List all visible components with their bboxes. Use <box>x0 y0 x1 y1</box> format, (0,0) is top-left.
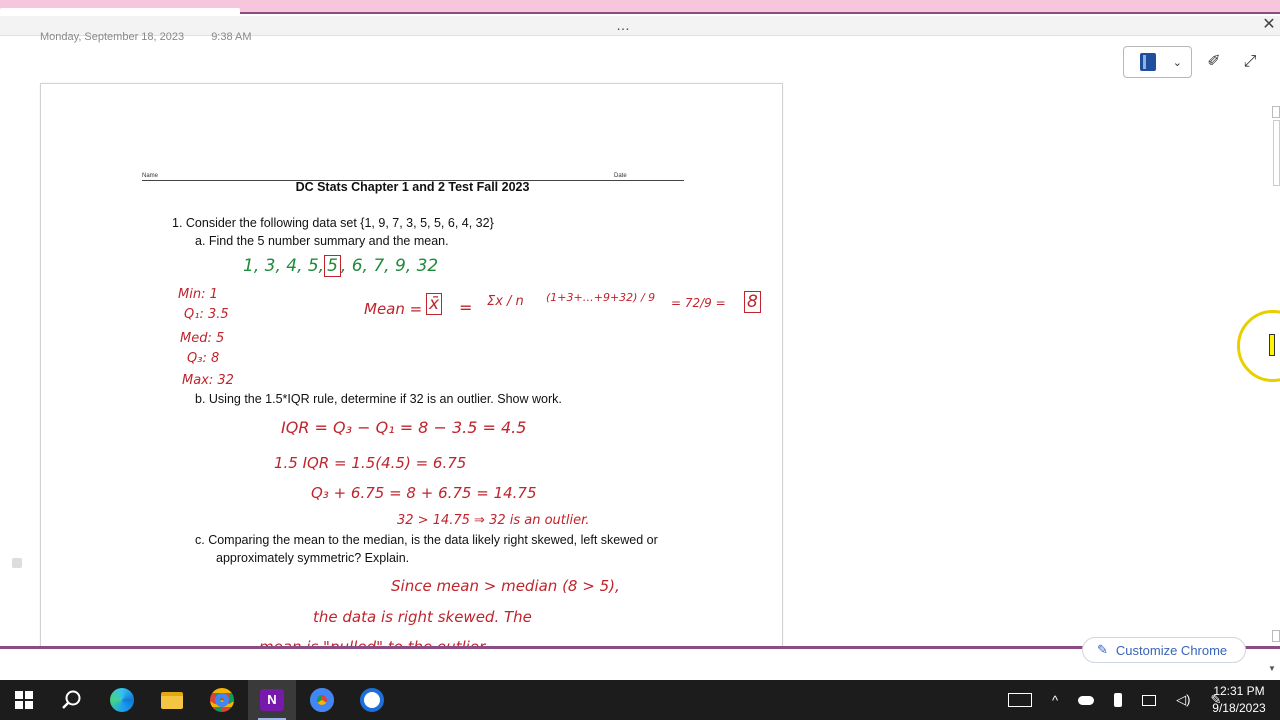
customize-chrome-button[interactable]: ✎ Customize Chrome <box>1082 637 1246 663</box>
handwriting-skew-1: Since mean > median (8 > 5), <box>391 577 620 595</box>
screen: … ✕ Monday, September 18, 2023 9:38 AM ⌄… <box>0 0 1280 720</box>
usb-icon[interactable] <box>1114 693 1123 707</box>
handwriting-xbar: x̄ <box>426 293 443 315</box>
handwriting-q3: Q₃: 8 <box>187 351 220 366</box>
search-button[interactable] <box>48 680 96 720</box>
taskbar-chrome-profile[interactable] <box>198 680 246 720</box>
pen-icon[interactable]: ✐ <box>1204 52 1224 72</box>
handwriting-upper-fence: Q₃ + 6.75 = 8 + 6.75 = 14.75 <box>311 484 537 502</box>
printout-page: Name Date DC Stats Chapter 1 and 2 Test … <box>40 83 783 653</box>
sorted-part-1: 1, 3, 4, 5, <box>243 256 325 276</box>
handwriting-sorted-data: 1, 3, 4, 5, 5, 6, 7, 9, 32 <box>243 255 439 277</box>
handwriting-min: Min: 1 <box>178 287 218 302</box>
expand-icon[interactable]: ⤢ <box>1240 52 1260 72</box>
handwriting-mean-label: Mean = <box>364 300 423 318</box>
onenote-icon: N <box>260 689 284 711</box>
handwriting-sum: (1+3+…+9+32) / 9 <box>546 291 656 304</box>
close-icon[interactable]: ✕ <box>1260 15 1278 35</box>
scroll-thumb[interactable] <box>1273 120 1280 186</box>
document-title: DC Stats Chapter 1 and 2 Test Fall 2023 <box>295 180 530 194</box>
start-button[interactable] <box>0 680 48 720</box>
handwriting-median: Med: 5 <box>180 331 225 346</box>
taskbar-edge[interactable] <box>98 680 146 720</box>
network-icon[interactable] <box>1142 694 1157 706</box>
scroll-up-icon[interactable] <box>1272 106 1280 118</box>
show-hidden-icons-chevron-icon[interactable]: ^ <box>1052 693 1058 708</box>
chrome-icon-2 <box>310 688 334 712</box>
handwriting-eq: = <box>459 298 473 317</box>
question-1c-line-2: approximately symmetric? Explain. <box>216 551 410 565</box>
question-1: 1. Consider the following data set {1, 9… <box>172 216 494 230</box>
handwriting-1.5iqr: 1.5 IQR = 1.5(4.5) = 6.75 <box>274 454 467 472</box>
window-grip-icon[interactable]: … <box>616 17 631 33</box>
question-1a: a. Find the 5 number summary and the mea… <box>195 234 449 248</box>
scroll-down-icon[interactable] <box>1272 630 1280 642</box>
folder-icon <box>161 691 183 709</box>
clock-date: 9/18/2023 <box>1212 701 1266 715</box>
onedrive-icon[interactable] <box>1078 695 1095 705</box>
browser-tab[interactable] <box>0 8 240 14</box>
pencil-icon: ✎ <box>1097 642 1108 657</box>
handwriting-outlier-conclusion: 32 > 14.75 ⇒ 32 is an outlier. <box>397 513 590 528</box>
text-cursor-icon <box>1269 334 1275 356</box>
system-tray: ^ ◁) ✎ <box>1008 680 1221 720</box>
median-box: 5 <box>324 255 341 277</box>
search-icon <box>62 690 81 709</box>
customize-chrome-label: Customize Chrome <box>1115 642 1228 658</box>
note-date: Monday, September 18, 2023 <box>40 31 185 43</box>
handwriting-mean-result: 8 <box>744 291 761 313</box>
scroll-down-arrow-icon[interactable]: ▼ <box>1268 664 1276 673</box>
notebook-icon <box>1140 53 1156 71</box>
handwriting-max: Max: 32 <box>182 373 234 388</box>
edge-icon <box>110 688 134 712</box>
taskbar-chrome[interactable] <box>298 680 346 720</box>
question-1c-line-1: c. Comparing the mean to the median, is … <box>195 533 658 547</box>
app-icon <box>360 688 384 712</box>
windows-logo-icon <box>15 691 33 709</box>
handwriting-iqr: IQR = Q₃ − Q₁ = 8 − 3.5 = 4.5 <box>281 418 527 437</box>
taskbar-onenote[interactable]: N <box>248 680 296 720</box>
handwriting-sigma: Σx / n <box>487 294 524 309</box>
date-label: Date <box>613 173 628 179</box>
handwriting-frac: = 72/9 = <box>671 296 726 310</box>
browser-strip <box>0 0 1280 14</box>
taskbar-app[interactable] <box>348 680 396 720</box>
question-1b: b. Using the 1.5*IQR rule, determine if … <box>195 392 562 406</box>
chrome-icon <box>210 688 234 712</box>
taskbar: N ^ ◁) ✎ 12:31 PM 9/18/2023 <box>0 680 1280 720</box>
handwriting-q1: Q₁: 3.5 <box>184 307 229 322</box>
taskbar-file-explorer[interactable] <box>148 680 196 720</box>
handwriting-skew-2: the data is right skewed. The <box>313 608 532 626</box>
notebook-switcher-button[interactable]: ⌄ <box>1123 46 1192 78</box>
note-date-time: Monday, September 18, 2023 9:38 AM <box>40 31 276 43</box>
chevron-down-icon: ⌄ <box>1172 56 1182 69</box>
volume-icon[interactable]: ◁) <box>1176 692 1190 708</box>
clock-time: 12:31 PM <box>1213 684 1265 698</box>
keyboard-icon[interactable] <box>1008 693 1032 707</box>
note-time: 9:38 AM <box>211 31 252 43</box>
taskbar-clock[interactable]: 12:31 PM 9/18/2023 <box>1206 683 1272 717</box>
page-side-marker <box>12 558 22 568</box>
sorted-part-2: , 6, 7, 9, 32 <box>340 256 439 276</box>
